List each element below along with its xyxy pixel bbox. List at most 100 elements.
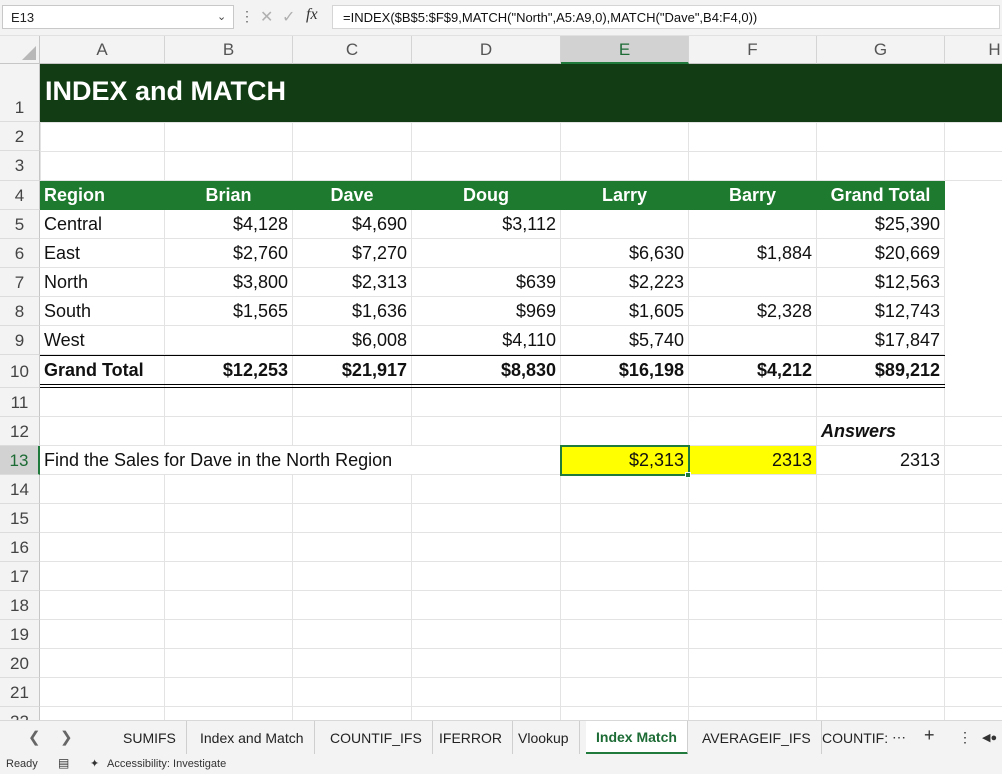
value-cell[interactable] — [561, 210, 689, 239]
row-header-5[interactable]: 5 — [0, 210, 40, 239]
value-cell[interactable]: $4,110 — [412, 326, 561, 355]
row-header-14[interactable]: 14 — [0, 475, 40, 504]
value-cell[interactable]: $2,328 — [689, 297, 817, 326]
value-cell[interactable] — [689, 210, 817, 239]
row-header-16[interactable]: 16 — [0, 533, 40, 562]
column-header-a[interactable]: A — [40, 36, 165, 64]
grand-total-label[interactable]: Grand Total — [40, 356, 165, 385]
grand-total-cell[interactable]: $4,212 — [689, 356, 817, 385]
cancel-icon[interactable]: ✕ — [260, 7, 273, 27]
value-cell[interactable]: $2,760 — [165, 239, 293, 268]
formula-input[interactable]: =INDEX($B$5:$F$9,MATCH("North",A5:A9,0),… — [332, 5, 1000, 29]
row-header-9[interactable]: 9 — [0, 326, 40, 355]
answer-cell[interactable]: 2313 — [817, 446, 945, 475]
row-header-10[interactable]: 10 — [0, 355, 40, 388]
insert-function-icon[interactable]: fx — [306, 6, 318, 24]
value-cell[interactable] — [412, 239, 561, 268]
column-header-g[interactable]: G — [817, 36, 945, 64]
value-cell[interactable]: $6,630 — [561, 239, 689, 268]
scroll-handle-icon[interactable]: ◀● — [982, 731, 997, 744]
tab-vlookup[interactable]: Vlookup — [508, 721, 580, 755]
row-header-2[interactable]: 2 — [0, 122, 40, 151]
value-cell[interactable]: $4,128 — [165, 210, 293, 239]
value-cell[interactable]: $5,740 — [561, 326, 689, 355]
value-cell[interactable]: $6,008 — [293, 326, 412, 355]
answers-label[interactable]: Answers — [817, 417, 945, 446]
row-header-13[interactable]: 13 — [0, 446, 40, 475]
total-cell[interactable]: $20,669 — [817, 239, 945, 268]
tab-countif[interactable]: COUNTIF: — [812, 721, 892, 755]
row-header-21[interactable]: 21 — [0, 678, 40, 707]
more-vertical-icon[interactable]: ⋮ — [240, 8, 254, 25]
header-grand-total[interactable]: Grand Total — [817, 181, 945, 210]
fill-handle[interactable] — [685, 472, 691, 478]
column-header-d[interactable]: D — [412, 36, 561, 64]
total-cell[interactable]: $12,743 — [817, 297, 945, 326]
accessibility-icon[interactable]: ✦ — [90, 757, 99, 770]
header-region[interactable]: Region — [40, 181, 165, 210]
value-cell[interactable]: $2,223 — [561, 268, 689, 297]
header-barry[interactable]: Barry — [689, 181, 817, 210]
row-header-18[interactable]: 18 — [0, 591, 40, 620]
value-cell[interactable]: $3,112 — [412, 210, 561, 239]
tab-index-match[interactable]: Index Match — [586, 721, 688, 755]
row-header-22[interactable]: 22 — [0, 707, 40, 720]
grand-total-cell[interactable]: $16,198 — [561, 356, 689, 385]
column-header-c[interactable]: C — [293, 36, 412, 64]
row-header-1[interactable]: 1 — [0, 64, 40, 122]
total-cell[interactable]: $12,563 — [817, 268, 945, 297]
header-doug[interactable]: Doug — [412, 181, 561, 210]
value-cell[interactable]: $639 — [412, 268, 561, 297]
region-cell[interactable]: North — [40, 268, 165, 297]
column-header-f[interactable]: F — [689, 36, 817, 64]
region-cell[interactable]: East — [40, 239, 165, 268]
total-cell[interactable]: $25,390 — [817, 210, 945, 239]
column-header-h[interactable]: H — [945, 36, 1002, 64]
accessibility-status[interactable]: Accessibility: Investigate — [107, 758, 226, 770]
question-text[interactable]: Find the Sales for Dave in the North Reg… — [40, 446, 561, 475]
tab-iferror[interactable]: IFERROR — [429, 721, 513, 755]
value-cell[interactable]: $1,884 — [689, 239, 817, 268]
value-cell[interactable]: $3,800 — [165, 268, 293, 297]
value-cell[interactable]: $1,636 — [293, 297, 412, 326]
row-header-11[interactable]: 11 — [0, 388, 40, 417]
grand-total-cell[interactable]: $89,212 — [817, 356, 945, 385]
row-header-17[interactable]: 17 — [0, 562, 40, 591]
select-all-corner[interactable] — [0, 36, 40, 64]
row-header-8[interactable]: 8 — [0, 297, 40, 326]
sheet-title[interactable]: INDEX and MATCH — [45, 76, 286, 107]
row-header-15[interactable]: 15 — [0, 504, 40, 533]
header-brian[interactable]: Brian — [165, 181, 293, 210]
add-sheet-icon[interactable]: + — [924, 725, 935, 746]
value-cell[interactable]: $4,690 — [293, 210, 412, 239]
enter-check-icon[interactable]: ✓ — [282, 7, 295, 27]
value-cell[interactable] — [165, 326, 293, 355]
more-vertical-icon[interactable]: ⋮ — [958, 729, 972, 746]
value-cell[interactable]: $2,313 — [293, 268, 412, 297]
tab-countif-ifs[interactable]: COUNTIF_IFS — [320, 721, 433, 755]
grand-total-cell[interactable]: $12,253 — [165, 356, 293, 385]
chevron-right-icon[interactable]: ❯ — [60, 728, 73, 746]
spreadsheet-grid[interactable]: A B C D E F G H 1 2 3 4 5 6 7 8 9 10 11 … — [0, 36, 1002, 720]
row-header-3[interactable]: 3 — [0, 151, 40, 181]
column-header-e[interactable]: E — [561, 36, 689, 64]
name-box[interactable]: E13 — [2, 5, 234, 29]
row-header-12[interactable]: 12 — [0, 417, 40, 446]
row-header-4[interactable]: 4 — [0, 181, 40, 210]
total-cell[interactable]: $17,847 — [817, 326, 945, 355]
value-cell[interactable]: $1,605 — [561, 297, 689, 326]
macro-record-icon[interactable]: ▤ — [58, 756, 69, 770]
chevron-down-icon[interactable]: ⌄ — [217, 10, 226, 23]
region-cell[interactable]: Central — [40, 210, 165, 239]
region-cell[interactable]: South — [40, 297, 165, 326]
chevron-left-icon[interactable]: ❮ — [28, 728, 41, 746]
tab-sumifs[interactable]: SUMIFS — [113, 721, 187, 755]
more-tabs-icon[interactable]: ⋯ — [892, 729, 906, 746]
region-cell[interactable]: West — [40, 326, 165, 355]
tab-averageif-ifs[interactable]: AVERAGEIF_IFS — [692, 721, 822, 755]
value-cell[interactable]: $969 — [412, 297, 561, 326]
row-header-6[interactable]: 6 — [0, 239, 40, 268]
value-cell[interactable] — [689, 268, 817, 297]
row-header-20[interactable]: 20 — [0, 649, 40, 678]
column-header-b[interactable]: B — [165, 36, 293, 64]
